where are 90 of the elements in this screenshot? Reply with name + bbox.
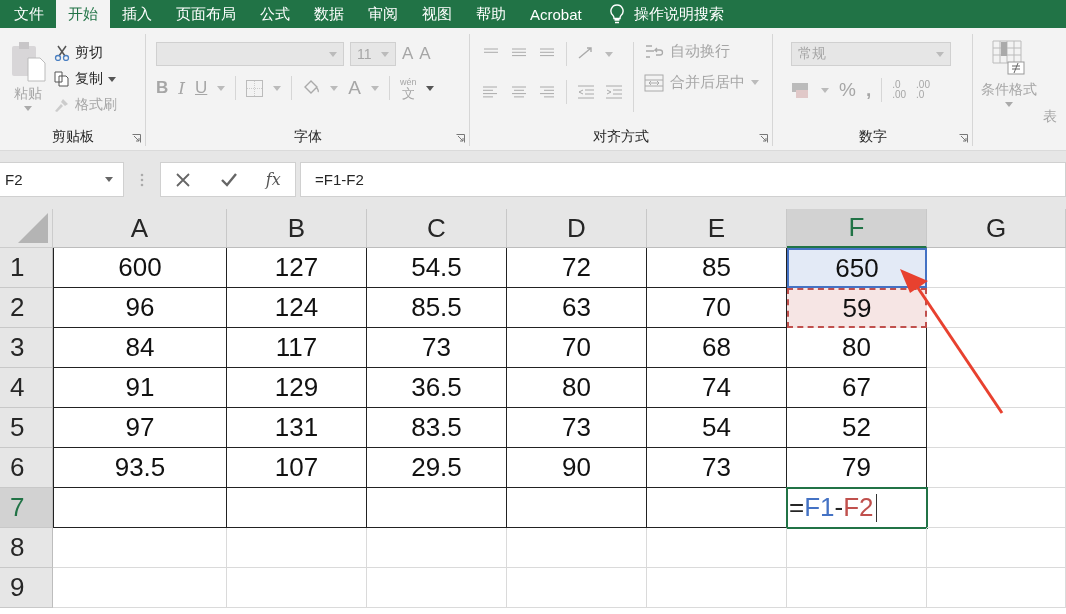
table-cell: 96 bbox=[53, 288, 227, 328]
table-cell: 54 bbox=[647, 408, 787, 448]
table-cell: 59 bbox=[787, 288, 927, 328]
ribbon-tab[interactable]: 视图 bbox=[410, 0, 464, 28]
row-header[interactable]: 4 bbox=[0, 368, 53, 408]
ribbon-tab[interactable]: 帮助 bbox=[464, 0, 518, 28]
table-cell: 84 bbox=[53, 328, 227, 368]
paintbrush-icon bbox=[54, 97, 70, 113]
wrap-icon bbox=[644, 42, 664, 61]
scissors-icon bbox=[54, 45, 70, 61]
table-cell: 90 bbox=[507, 448, 647, 488]
table-cell: 73 bbox=[367, 328, 507, 368]
select-all-icon[interactable] bbox=[18, 213, 48, 243]
cancel-icon[interactable] bbox=[175, 171, 192, 188]
table-cell: 85.5 bbox=[367, 288, 507, 328]
table-cell: 73 bbox=[647, 448, 787, 488]
grip-icon[interactable] bbox=[140, 172, 144, 187]
table-format-label: 表 bbox=[1043, 108, 1057, 126]
column-header[interactable]: D bbox=[507, 209, 647, 248]
ribbon-tab[interactable]: 开始 bbox=[56, 0, 110, 28]
table-cell: 83.5 bbox=[367, 408, 507, 448]
dialog-launcher-icon[interactable] bbox=[759, 134, 768, 143]
column-header[interactable]: G bbox=[927, 209, 1066, 248]
enter-icon[interactable] bbox=[219, 171, 238, 188]
table-cell: 54.5 bbox=[367, 248, 507, 288]
formula-field[interactable]: =F1-F2 bbox=[300, 162, 1066, 197]
table-cell: 107 bbox=[227, 448, 367, 488]
lightbulb-icon[interactable] bbox=[609, 4, 624, 24]
table-cell: 52 bbox=[787, 408, 927, 448]
row-header[interactable]: 9 bbox=[0, 568, 53, 608]
caret-icon[interactable] bbox=[108, 76, 116, 82]
row-header[interactable]: 8 bbox=[0, 528, 53, 568]
row-header[interactable]: 1 bbox=[0, 248, 53, 288]
row-header[interactable]: 5 bbox=[0, 408, 53, 448]
table-cell: 93.5 bbox=[53, 448, 227, 488]
merge-icon bbox=[644, 73, 664, 92]
ribbon-tab[interactable]: 数据 bbox=[302, 0, 356, 28]
row-header[interactable]: 2 bbox=[0, 288, 53, 328]
table-cell: 97 bbox=[53, 408, 227, 448]
table-cell: 80 bbox=[507, 368, 647, 408]
ribbon-tab[interactable]: 审阅 bbox=[356, 0, 410, 28]
copy-button[interactable]: 复制 bbox=[54, 66, 117, 92]
table-cell: 73 bbox=[507, 408, 647, 448]
dialog-launcher-icon[interactable] bbox=[959, 134, 968, 143]
table-cell: 127 bbox=[227, 248, 367, 288]
column-header[interactable]: B bbox=[227, 209, 367, 248]
ribbon-tab[interactable]: Acrobat bbox=[518, 0, 594, 28]
table-cell: 131 bbox=[227, 408, 367, 448]
table-cell: 68 bbox=[647, 328, 787, 368]
group-label: 剪贴板 bbox=[51, 129, 94, 144]
table-cell: 70 bbox=[507, 328, 647, 368]
row-header[interactable]: 6 bbox=[0, 448, 53, 488]
clipboard-icon bbox=[10, 40, 46, 82]
copy-icon bbox=[54, 71, 70, 87]
column-header[interactable]: E bbox=[647, 209, 787, 248]
name-box[interactable]: F2 bbox=[0, 162, 124, 197]
table-cell: 124 bbox=[227, 288, 367, 328]
table-cell: 29.5 bbox=[367, 448, 507, 488]
column-header[interactable]: F bbox=[787, 209, 927, 248]
table-cell: 129 bbox=[227, 368, 367, 408]
table-cell: 91 bbox=[53, 368, 227, 408]
group-label: 数字 bbox=[858, 129, 887, 144]
cut-button[interactable]: 剪切 bbox=[54, 40, 117, 66]
group-label: 对齐方式 bbox=[593, 129, 649, 144]
cell-formula[interactable]: =F1-F2 bbox=[789, 492, 874, 523]
table-cell: 650 bbox=[787, 248, 927, 288]
dialog-launcher-icon[interactable] bbox=[132, 134, 141, 143]
table-cell: 79 bbox=[787, 448, 927, 488]
table-cell: 36.5 bbox=[367, 368, 507, 408]
row-header[interactable]: 7 bbox=[0, 488, 53, 528]
search-hint[interactable]: 操作说明搜索 bbox=[633, 4, 724, 24]
column-header[interactable]: C bbox=[367, 209, 507, 248]
table-cell: 74 bbox=[647, 368, 787, 408]
ribbon-tab[interactable]: 插入 bbox=[110, 0, 164, 28]
group-label: 字体 bbox=[293, 129, 322, 144]
table-cell: 80 bbox=[787, 328, 927, 368]
insert-function-button[interactable]: fx bbox=[265, 170, 281, 189]
table-cell: 72 bbox=[507, 248, 647, 288]
ribbon-tab[interactable]: 文件 bbox=[2, 0, 56, 28]
ribbon-tab[interactable]: 页面布局 bbox=[164, 0, 248, 28]
row-header[interactable]: 3 bbox=[0, 328, 53, 368]
table-cell: 117 bbox=[227, 328, 367, 368]
column-header[interactable]: A bbox=[53, 209, 227, 248]
table-cell: 600 bbox=[53, 248, 227, 288]
dialog-launcher-icon[interactable] bbox=[456, 134, 465, 143]
table-cell: 67 bbox=[787, 368, 927, 408]
conditional-formatting-icon bbox=[992, 40, 1026, 78]
caret-icon[interactable] bbox=[105, 177, 113, 182]
ribbon-tab[interactable]: 公式 bbox=[248, 0, 302, 28]
table-cell: 63 bbox=[507, 288, 647, 328]
